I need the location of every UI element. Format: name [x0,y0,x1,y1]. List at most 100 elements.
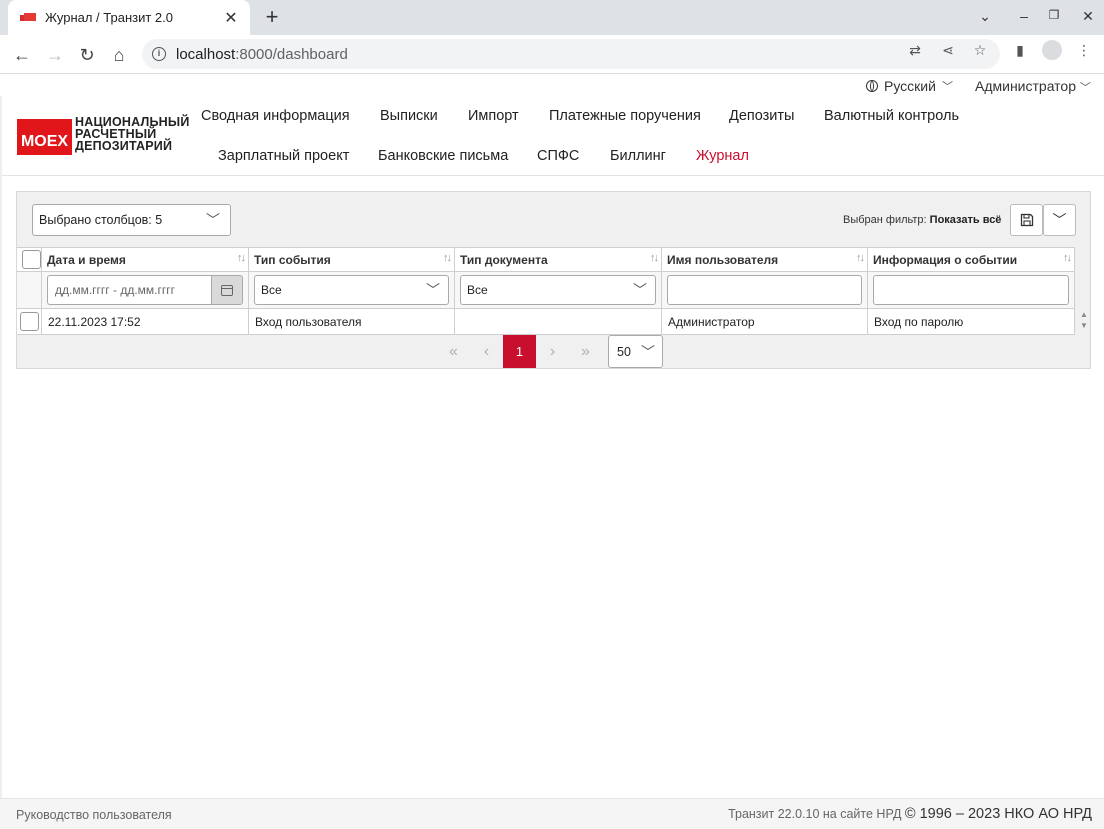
forward-icon[interactable]: → [43,43,67,67]
back-icon[interactable]: ← [10,43,34,67]
logo[interactable]: MOEX НАЦИОНАЛЬНЫЙ РАСЧЕТНЫЙ ДЕПОЗИТАРИЙ [17,116,190,155]
column-header-username[interactable]: Имя пользователя ↑↓ [662,248,868,271]
copyright: © 1996 – 2023 НКО АО НРД [904,806,1092,822]
sort-icon[interactable]: ↑↓ [443,252,452,264]
cell-doc-type [455,309,662,334]
page-size-value: 50 [617,344,631,359]
footer-info: Транзит 22.0.10 на сайте НРД © 1996 – 20… [728,806,1092,822]
next-page-icon[interactable]: › [536,335,569,368]
event-info-filter [868,272,1075,308]
page-button-current[interactable]: 1 [503,335,536,368]
minimize-icon[interactable]: – [1014,8,1034,24]
share-icon[interactable]: ⋖ [940,42,956,58]
bookmark-star-icon[interactable]: ☆ [972,42,988,58]
table-header: Дата и время ↑↓ Тип события ↑↓ Тип докумен… [17,247,1075,272]
event-info-filter-input[interactable] [873,275,1069,305]
cell-username: Администратор [662,309,868,334]
language-label: Русский [884,78,936,94]
doc-type-select-value: Все [467,283,488,297]
select-all-checkbox[interactable] [22,250,41,269]
date-filter: дд.мм.гггг - дд.мм.гггг [42,272,249,308]
url-host: localhost [176,45,236,63]
globe-icon [866,80,878,92]
top-user-bar: Русский ﹀ Администратор ﹀ [0,75,1104,96]
save-icon [1020,213,1033,227]
calendar-button[interactable] [211,275,243,305]
favicon-icon [20,12,36,23]
nav-bank-letters[interactable]: Банковские письма [378,148,508,164]
chevron-down-icon: ﹀ [641,343,655,360]
logo-caption: НАЦИОНАЛЬНЫЙ РАСЧЕТНЫЙ ДЕПОЗИТАРИЙ [75,116,190,153]
maximize-icon[interactable]: ❐ [1044,8,1064,22]
language-selector[interactable]: Русский ﹀ [866,78,953,94]
sort-icon[interactable]: ↑↓ [650,252,659,264]
address-bar[interactable]: i localhost:8000/dashboard [142,39,1000,69]
user-menu[interactable]: Администратор ﹀ [975,78,1091,95]
close-window-icon[interactable]: ✕ [1078,8,1098,25]
last-page-icon[interactable]: » [569,335,602,368]
filter-row: дд.мм.гггг - дд.мм.гггг Все ﹀ Все ﹀ [17,272,1075,309]
date-range-input[interactable]: дд.мм.гггг - дд.мм.гггг [47,275,211,305]
browser-tabbar: Журнал / Транзит 2.0 ✕ + ⌄ – ❐ ✕ [0,0,1104,35]
filter-row-spacer [17,272,42,308]
close-tab-icon[interactable]: ✕ [222,8,240,28]
save-filter-button[interactable] [1010,204,1043,236]
sort-icon[interactable]: ↑↓ [237,252,246,264]
nav-salary-project[interactable]: Зарплатный проект [218,148,349,164]
doc-type-select[interactable]: Все ﹀ [460,275,656,305]
calendar-icon [221,284,233,296]
nav-deposits[interactable]: Депозиты [729,108,794,124]
sort-icon[interactable]: ↑↓ [1063,252,1072,264]
nav-billing[interactable]: Биллинг [610,148,666,164]
page-left-border [0,96,2,798]
tab-search-chevron-icon[interactable]: ⌄ [975,8,995,25]
url-path: :8000/dashboard [235,45,348,63]
filter-menu-button[interactable]: ﹀ [1043,204,1076,236]
profile-icon[interactable] [1042,40,1062,60]
username-filter-input[interactable] [667,275,862,305]
column-selector[interactable]: Выбрано столбцов: 5 ﹀ [32,204,231,236]
nav-currency-control[interactable]: Валютный контроль [824,108,959,124]
column-header-datetime[interactable]: Дата и время ↑↓ [42,248,249,271]
row-checkbox[interactable] [19,312,39,331]
column-header-label: Дата и время [47,252,126,267]
column-header-label: Тип документа [460,252,548,267]
menu-kebab-icon[interactable]: ⋮ [1076,42,1092,58]
browser-tab[interactable]: Журнал / Транзит 2.0 ✕ [8,0,250,35]
journal-panel: Выбрано столбцов: 5 ﹀ Выбран фильтр: Пок… [16,191,1091,369]
reload-icon[interactable]: ↻ [75,43,99,67]
first-page-icon[interactable]: « [437,335,470,368]
chevron-down-icon: ﹀ [206,212,220,228]
logo-text: MOEX [20,133,69,150]
column-header-doc-type[interactable]: Тип документа ↑↓ [455,248,662,271]
row-select-cell [17,309,42,334]
new-tab-button[interactable]: + [260,5,284,29]
column-header-event-info[interactable]: Информация о событии ↑↓ [868,248,1075,271]
nav-statements[interactable]: Выписки [380,108,438,124]
side-panel-icon[interactable]: ▮ [1012,42,1028,58]
table-row[interactable]: 22.11.2023 17:52 Вход пользователя Админ… [17,309,1075,335]
nav-import[interactable]: Импорт [468,108,519,124]
page-size-select[interactable]: 50 ﹀ [608,335,663,368]
column-selector-label: Выбрано столбцов: 5 [39,213,163,227]
nav-payment-orders[interactable]: Платежные поручения [549,108,701,124]
translate-icon[interactable]: ⇄ [907,42,923,58]
home-icon[interactable]: ⌂ [107,43,131,67]
chevron-down-icon: ﹀ [633,282,647,298]
nav-journal[interactable]: Журнал [696,148,749,164]
column-header-label: Имя пользователя [667,252,779,267]
nav-summary[interactable]: Сводная информация [201,108,350,124]
column-header-event-type[interactable]: Тип события ↑↓ [249,248,455,271]
version-link[interactable]: Транзит 22.0.10 на сайте НРД [728,807,901,821]
column-header-label: Тип события [254,252,331,267]
sort-icon[interactable]: ↑↓ [856,252,865,264]
table-scrollbar[interactable]: ▲ ▼ [1079,309,1089,335]
site-info-icon[interactable]: i [152,47,166,61]
nav-spfs[interactable]: СПФС [537,148,579,164]
user-name: Администратор [975,78,1077,94]
event-type-select[interactable]: Все ﹀ [254,275,449,305]
user-manual-link[interactable]: Руководство пользователя [16,808,172,822]
prev-page-icon[interactable]: ‹ [470,335,503,368]
logo-badge: MOEX [17,119,72,155]
chevron-down-icon: ﹀ [1052,212,1067,228]
